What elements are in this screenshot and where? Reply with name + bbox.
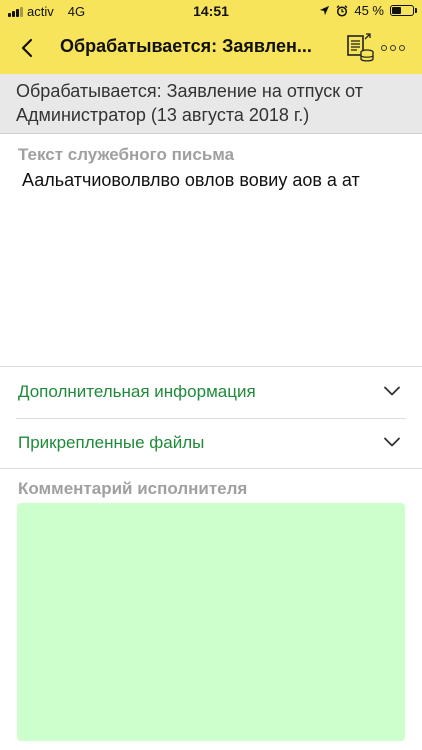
comment-input[interactable] — [17, 503, 405, 741]
document-stack-icon — [347, 33, 374, 62]
attached-files-label: Прикрепленные файлы — [18, 433, 205, 452]
status-right: 45 % — [319, 3, 417, 18]
location-arrow-icon — [320, 5, 330, 16]
battery-icon — [390, 5, 417, 16]
document-header-line1: Обрабатывается: Заявление на отпуск от — [16, 81, 363, 101]
additional-info-label: Дополнительная информация — [18, 382, 256, 401]
comment-label: Комментарий исполнителя — [18, 479, 248, 498]
document-header-line2: Администратор (13 августа 2018 г.) — [16, 105, 310, 125]
letter-label: Текст служебного письма — [18, 145, 235, 164]
top-bar: activ 4G 14:51 45 % Обрабатывается: Заяв… — [0, 0, 422, 74]
divider — [0, 468, 422, 469]
more-options-button[interactable] — [381, 41, 411, 55]
chevron-left-icon — [21, 38, 33, 58]
divider — [16, 418, 406, 419]
document-actions-button[interactable] — [345, 32, 375, 64]
additional-info-row[interactable]: Дополнительная информация — [0, 369, 422, 417]
chevron-down-icon — [384, 386, 400, 396]
page-title: Обрабатывается: Заявлен... — [60, 36, 312, 56]
navigation-bar: Обрабатывается: Заявлен... — [0, 22, 422, 74]
back-button[interactable] — [14, 34, 42, 62]
battery-percent: 45 % — [354, 3, 384, 18]
status-bar: activ 4G 14:51 45 % — [0, 0, 422, 22]
more-dots-icon — [381, 45, 387, 51]
document-header: Обрабатывается: Заявление на отпуск от А… — [0, 74, 422, 134]
chevron-down-icon — [384, 437, 400, 447]
letter-text: Аальатчиоволвлво овлов вовиу аов а ат — [22, 170, 360, 190]
attached-files-row[interactable]: Прикрепленные файлы — [0, 420, 422, 468]
alarm-icon — [336, 4, 348, 17]
divider — [0, 366, 422, 367]
